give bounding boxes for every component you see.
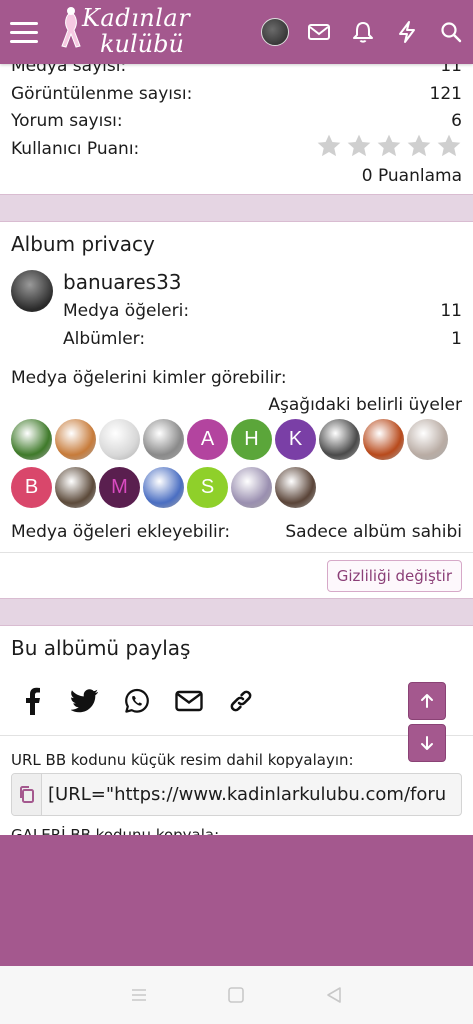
member-avatar[interactable] <box>275 467 316 508</box>
whats-new-button[interactable] <box>385 0 429 64</box>
member-avatar[interactable]: A <box>187 419 228 460</box>
whatsapp-share-button[interactable] <box>122 684 152 718</box>
albums-value: 1 <box>451 329 462 349</box>
rating-count-row: 0 Puanlama <box>11 166 462 186</box>
views-row: Görüntülenme sayısı: 121 <box>11 84 462 104</box>
media-items-label: Medya öğeleri: <box>63 301 190 321</box>
member-avatar[interactable] <box>143 419 184 460</box>
member-avatar[interactable]: B <box>11 467 52 508</box>
share-album-title: Bu albümü paylaş <box>11 636 191 660</box>
member-avatar[interactable] <box>55 467 96 508</box>
rating-star-icon[interactable] <box>376 133 402 159</box>
comments-label: Yorum sayısı: <box>11 111 123 131</box>
member-avatars-row-2: BMS <box>11 467 316 508</box>
search-button[interactable] <box>429 0 473 64</box>
twitter-icon <box>71 689 98 713</box>
account-button[interactable] <box>253 0 297 64</box>
rating-count: 0 Puanlama <box>361 166 462 186</box>
who-can-view-label-row: Medya öğelerini kimler görebilir: <box>11 368 462 388</box>
system-navigation-bar <box>0 966 473 1024</box>
copy-icon <box>19 785 34 803</box>
email-share-button[interactable] <box>174 684 204 718</box>
recents-icon[interactable] <box>129 986 149 1004</box>
member-avatar[interactable] <box>143 467 184 508</box>
who-can-view-label: Medya öğelerini kimler görebilir: <box>11 368 287 388</box>
owner-avatar[interactable] <box>11 270 53 312</box>
rating-star-icon[interactable] <box>346 133 372 159</box>
back-icon[interactable] <box>324 985 344 1005</box>
menu-icon[interactable] <box>0 0 48 64</box>
member-avatar[interactable]: K <box>275 419 316 460</box>
views-value: 121 <box>429 84 462 104</box>
url-bb-field[interactable]: [URL="https://www.kadinlarkulubu.com/for… <box>11 773 462 816</box>
member-avatar[interactable] <box>11 419 52 460</box>
member-avatar[interactable]: M <box>99 467 140 508</box>
rating-stars[interactable] <box>316 133 462 159</box>
section-divider <box>0 598 473 626</box>
url-bb-label: URL BB kodunu küçük resim dahil kopyalay… <box>11 751 354 769</box>
avatar <box>261 18 289 46</box>
divider <box>0 735 473 736</box>
member-avatar[interactable] <box>55 419 96 460</box>
rating-star-icon[interactable] <box>436 133 462 159</box>
rating-star-icon[interactable] <box>316 133 342 159</box>
bell-icon <box>353 22 373 43</box>
arrow-down-icon <box>421 736 433 750</box>
member-avatar[interactable] <box>99 419 140 460</box>
facebook-icon <box>26 687 40 715</box>
member-avatars-row-1: AHK <box>11 419 448 460</box>
member-avatar[interactable]: H <box>231 419 272 460</box>
rating-row: Kullanıcı Puanı: <box>11 139 139 159</box>
rating-star-icon[interactable] <box>406 133 432 159</box>
logo-text-line2: kulübü <box>100 30 184 58</box>
share-icons <box>18 684 256 718</box>
who-can-add-row: Medya öğeleri ekleyebilir: Sadece albüm … <box>11 522 462 542</box>
twitter-share-button[interactable] <box>70 684 100 718</box>
copy-button[interactable] <box>12 774 42 815</box>
gallery-bb-label: GALERİ BB kodunu kopyala: <box>11 826 220 835</box>
album-privacy-title: Album privacy <box>11 232 155 256</box>
url-bb-value: [URL="https://www.kadinlarkulubu.com/for… <box>48 784 447 805</box>
link-icon <box>230 690 252 712</box>
scroll-down-button[interactable] <box>408 724 446 762</box>
email-icon <box>175 690 203 712</box>
home-icon[interactable] <box>226 985 246 1005</box>
change-privacy-button[interactable]: Gizliliği değiştir <box>326 560 462 592</box>
media-items-row: Medya öğeleri: 11 <box>63 301 462 321</box>
top-app-bar: Kadınlar kulübü <box>0 0 473 64</box>
member-avatar[interactable] <box>407 419 448 460</box>
who-can-view-value: Aşağıdaki belirli üyeler <box>268 395 462 415</box>
owner-username[interactable]: banuares33 <box>63 270 182 294</box>
who-can-add-value: Sadece albüm sahibi <box>285 522 462 542</box>
views-label: Görüntülenme sayısı: <box>11 84 193 104</box>
who-can-add-label: Medya öğeleri ekleyebilir: <box>11 522 231 542</box>
media-items-value: 11 <box>440 301 462 321</box>
scroll-up-button[interactable] <box>408 682 446 720</box>
who-can-view-value-row: Aşağıdaki belirli üyeler <box>11 395 462 415</box>
divider <box>0 552 473 553</box>
comments-value: 6 <box>451 111 462 131</box>
search-icon <box>441 22 462 43</box>
albums-row: Albümler: 1 <box>63 329 462 349</box>
member-avatar[interactable] <box>231 467 272 508</box>
member-avatar[interactable]: S <box>187 467 228 508</box>
member-avatar[interactable] <box>363 419 404 460</box>
overlay-panel <box>0 835 473 966</box>
facebook-share-button[interactable] <box>18 684 48 718</box>
copy-link-button[interactable] <box>226 684 256 718</box>
logo-text-line1: Kadınlar <box>82 4 191 32</box>
arrow-up-icon <box>421 694 433 708</box>
mail-icon <box>308 24 330 40</box>
rating-label: Kullanıcı Puanı: <box>11 139 140 159</box>
bolt-icon <box>399 21 415 43</box>
site-logo[interactable]: Kadınlar kulübü <box>52 0 190 64</box>
member-avatar[interactable] <box>319 419 360 460</box>
notifications-button[interactable] <box>341 0 385 64</box>
whatsapp-icon <box>125 688 149 713</box>
comments-row: Yorum sayısı: 6 <box>11 111 462 131</box>
albums-label: Albümler: <box>63 329 146 349</box>
mail-button[interactable] <box>297 0 341 64</box>
section-divider <box>0 194 473 222</box>
